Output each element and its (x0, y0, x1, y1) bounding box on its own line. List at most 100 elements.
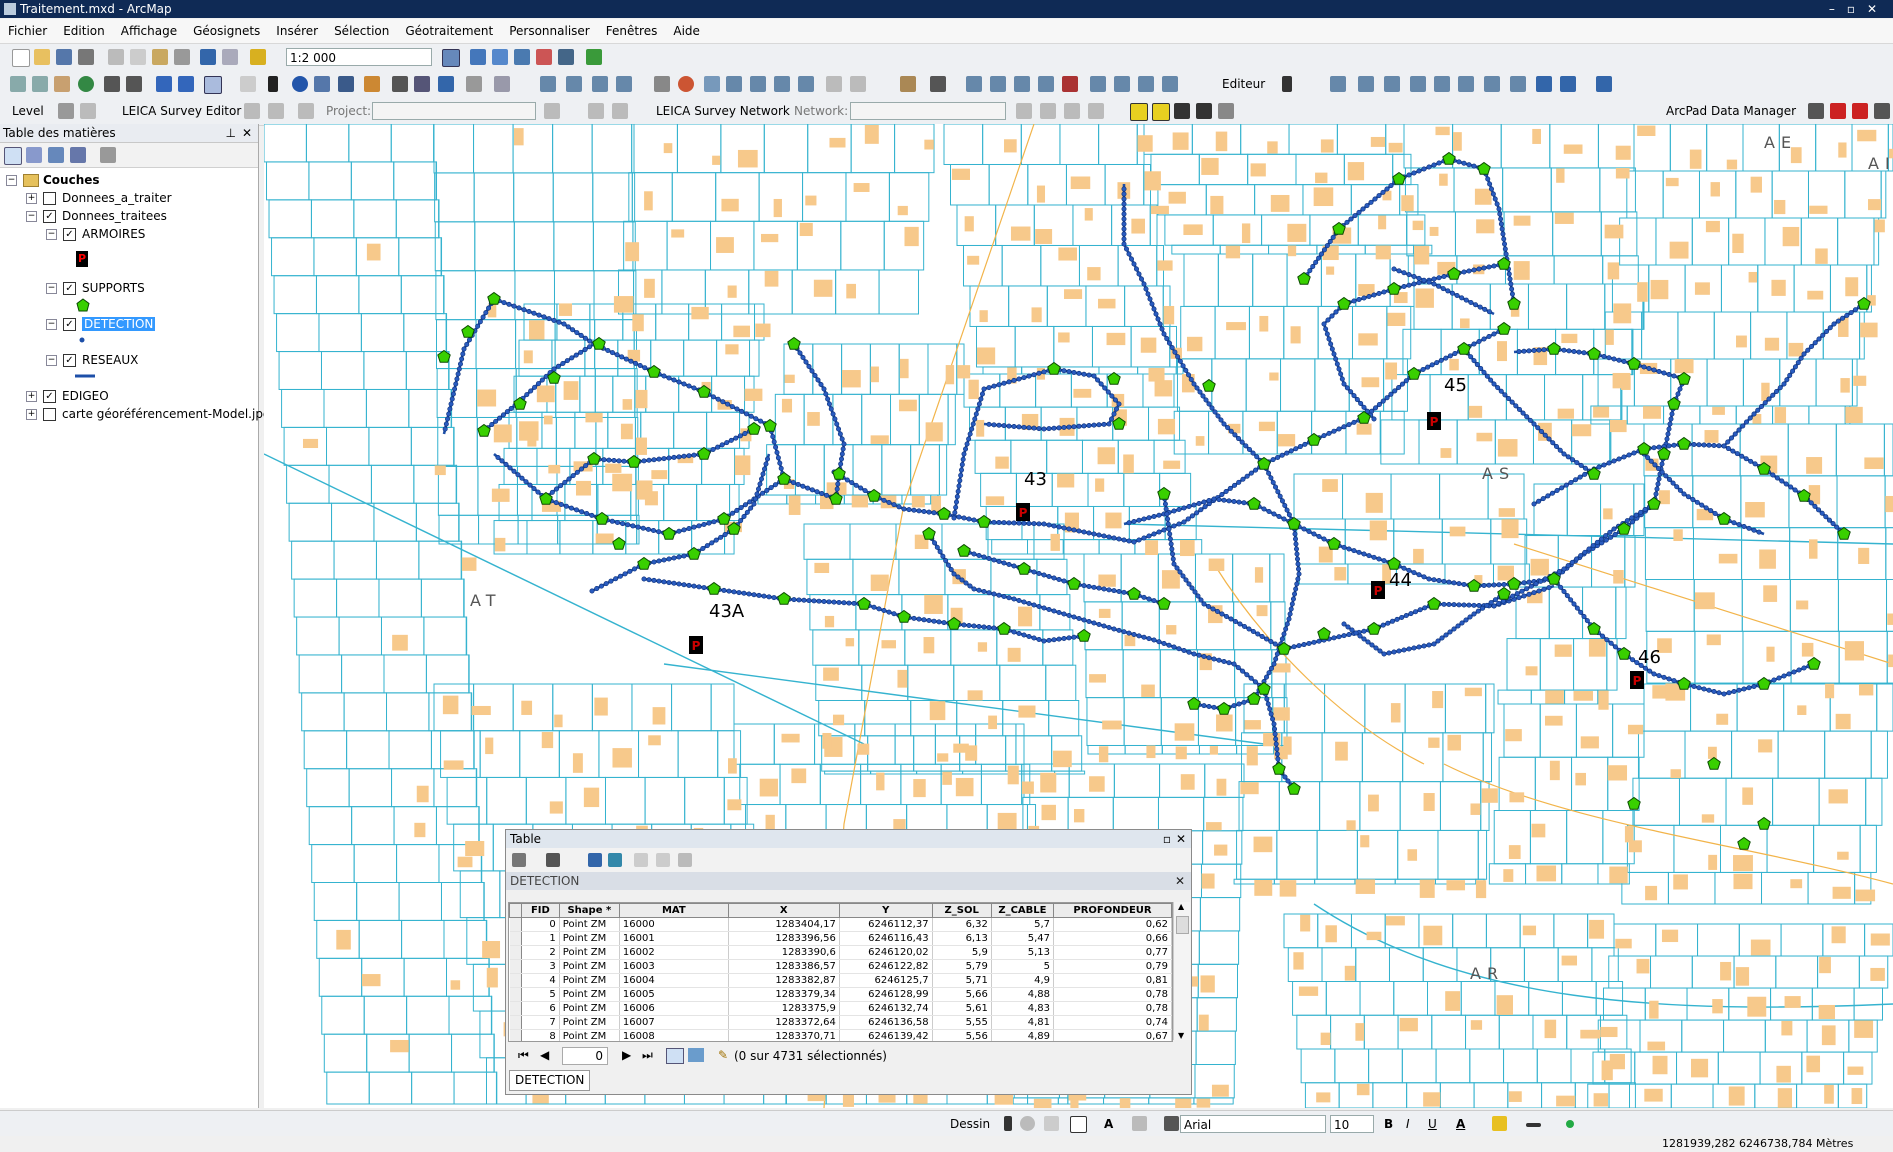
table-cell[interactable]: 5 (991, 959, 1055, 974)
full-extent-globe-icon[interactable] (78, 76, 94, 92)
arcpad-tool1-icon[interactable] (1808, 103, 1824, 119)
table-cell[interactable]: 5,71 (932, 973, 992, 988)
leica-editor-tool-icon[interactable] (244, 103, 260, 119)
toc-options-icon[interactable] (100, 147, 116, 163)
table-row[interactable]: 7 Point ZM 16007 1283372,64 6246136,58 5,55 4,… (509, 1015, 1172, 1030)
html-popup-icon[interactable] (338, 76, 354, 92)
close-icon[interactable]: ✕ (242, 124, 252, 142)
undo-icon[interactable] (200, 49, 216, 65)
add-data-icon[interactable] (250, 49, 266, 65)
table-cell[interactable]: 5,61 (932, 1001, 992, 1016)
table-cell[interactable]: 4,81 (991, 1015, 1055, 1030)
font-name-combo[interactable]: Arial (1180, 1115, 1326, 1133)
network-tool4-icon[interactable] (1088, 103, 1104, 119)
pin-icon[interactable]: ⊥ (226, 124, 236, 142)
cogo-icon[interactable] (826, 76, 842, 92)
table-cell[interactable]: Point ZM (559, 1015, 620, 1030)
italic-button[interactable]: I (1406, 1117, 1410, 1131)
table-cell[interactable]: 5,56 (932, 1029, 992, 1041)
dark-tool2-icon[interactable] (1196, 103, 1212, 119)
record-number-input[interactable]: 0 (562, 1047, 608, 1065)
expand-toggle[interactable]: + (26, 193, 37, 204)
table-cell[interactable]: 16007 (619, 1015, 729, 1030)
next-record-icon[interactable]: ▶ (622, 1048, 631, 1062)
edit-vertices-icon[interactable] (1410, 76, 1426, 92)
leica-survey-editor-menu[interactable]: LEICA Survey Editor (122, 104, 241, 118)
list-by-selection-icon[interactable] (70, 147, 86, 163)
table-cell[interactable]: 1283370,71 (728, 1029, 840, 1041)
table-cell[interactable]: 0,66 (1053, 931, 1172, 946)
trace-icon[interactable] (1384, 76, 1400, 92)
last-record-icon[interactable]: ⏭ (642, 1048, 653, 1063)
redo-icon[interactable] (222, 49, 238, 65)
underline-button[interactable]: U (1428, 1117, 1437, 1131)
column-header[interactable]: PROFONDEUR (1053, 903, 1172, 918)
table-cell[interactable]: 2 (521, 945, 560, 960)
menu-fenetres[interactable]: Fenêtres (598, 19, 666, 43)
editing-tools-icon[interactable] (494, 76, 510, 92)
scroll-up-icon[interactable]: ▲ (1178, 902, 1184, 911)
cut-polygons-icon[interactable] (1458, 76, 1474, 92)
table-cell[interactable]: 5,9 (932, 945, 992, 960)
dessin-menu[interactable]: Dessin (950, 1117, 990, 1131)
table-cell[interactable]: 0 (521, 917, 560, 932)
clear-selection-icon[interactable] (634, 853, 648, 867)
column-header[interactable]: Z_SOL (931, 903, 992, 918)
table-cell[interactable]: 0,78 (1053, 1001, 1172, 1016)
select-elements-arrow-icon[interactable] (268, 76, 278, 92)
arcpad-tool2-icon[interactable] (1830, 103, 1846, 119)
play-tool-icon[interactable] (80, 103, 96, 119)
project-tool-icon[interactable] (298, 103, 314, 119)
create-features-icon[interactable] (1596, 76, 1612, 92)
grid-tool-icon[interactable] (774, 76, 790, 92)
vertical-scrollbar[interactable]: ▲ ▼ (1173, 902, 1190, 1040)
table-cell[interactable]: 1283382,87 (728, 973, 840, 988)
table-cell[interactable]: 6246136,58 (839, 1015, 933, 1030)
go-to-xy-icon[interactable] (414, 76, 430, 92)
table-tool-icon[interactable] (798, 76, 814, 92)
copy-icon[interactable] (130, 49, 146, 65)
layer-group-couches[interactable]: − Couches (6, 172, 100, 188)
zoom-whole-page-icon[interactable] (1044, 1116, 1059, 1131)
align-tool-icon[interactable] (990, 76, 1006, 92)
table-cell[interactable]: 5,66 (932, 987, 992, 1002)
sketch-properties-icon[interactable] (1560, 76, 1576, 92)
table-cell[interactable]: 0,79 (1053, 959, 1172, 974)
menu-geosignets[interactable]: Géosignets (185, 19, 268, 43)
expand-toggle[interactable]: − (6, 175, 17, 186)
table-cell[interactable]: 1283404,17 (728, 917, 840, 932)
font-color-swatch-icon[interactable] (1164, 1116, 1179, 1131)
layer-reseaux[interactable]: − ✓ RESEAUX (46, 352, 138, 368)
visibility-checkbox[interactable] (43, 192, 56, 205)
column-header[interactable]: Z_CABLE (990, 903, 1055, 918)
parcel-icon[interactable] (850, 76, 866, 92)
table-cell[interactable]: 4,89 (991, 1029, 1055, 1041)
column-header[interactable]: Y (838, 903, 933, 918)
table-cell[interactable]: 6,13 (932, 931, 992, 946)
cut-icon[interactable] (108, 49, 124, 65)
network-tool1-icon[interactable] (1016, 103, 1032, 119)
delete-icon[interactable] (174, 49, 190, 65)
network-tool2-icon[interactable] (1040, 103, 1056, 119)
expand-toggle[interactable]: + (26, 391, 37, 402)
row-selector[interactable] (509, 931, 523, 946)
project-tool2-icon[interactable] (544, 103, 560, 119)
menu-fichier[interactable]: Fichier (0, 19, 55, 43)
line-color-icon[interactable] (1526, 1123, 1541, 1127)
column-header[interactable]: FID (521, 903, 560, 918)
catalog-window-icon[interactable] (492, 49, 508, 65)
table-cell[interactable]: Point ZM (559, 987, 620, 1002)
table-cell[interactable]: 5,13 (991, 945, 1055, 960)
table-cell[interactable]: Point ZM (559, 1001, 620, 1016)
select-features-icon[interactable] (204, 76, 222, 94)
order-icon[interactable] (1138, 76, 1154, 92)
edge-tool-icon[interactable] (566, 76, 582, 92)
georef-icon[interactable] (704, 76, 720, 92)
expand-toggle[interactable]: − (46, 229, 57, 240)
print-icon[interactable] (78, 49, 94, 65)
table-cell[interactable]: Point ZM (559, 917, 620, 932)
select-arrow-icon[interactable] (1004, 1116, 1012, 1131)
fill-color-icon[interactable] (1492, 1116, 1507, 1131)
identify-icon[interactable] (292, 76, 308, 92)
time-slider-icon[interactable] (438, 76, 454, 92)
